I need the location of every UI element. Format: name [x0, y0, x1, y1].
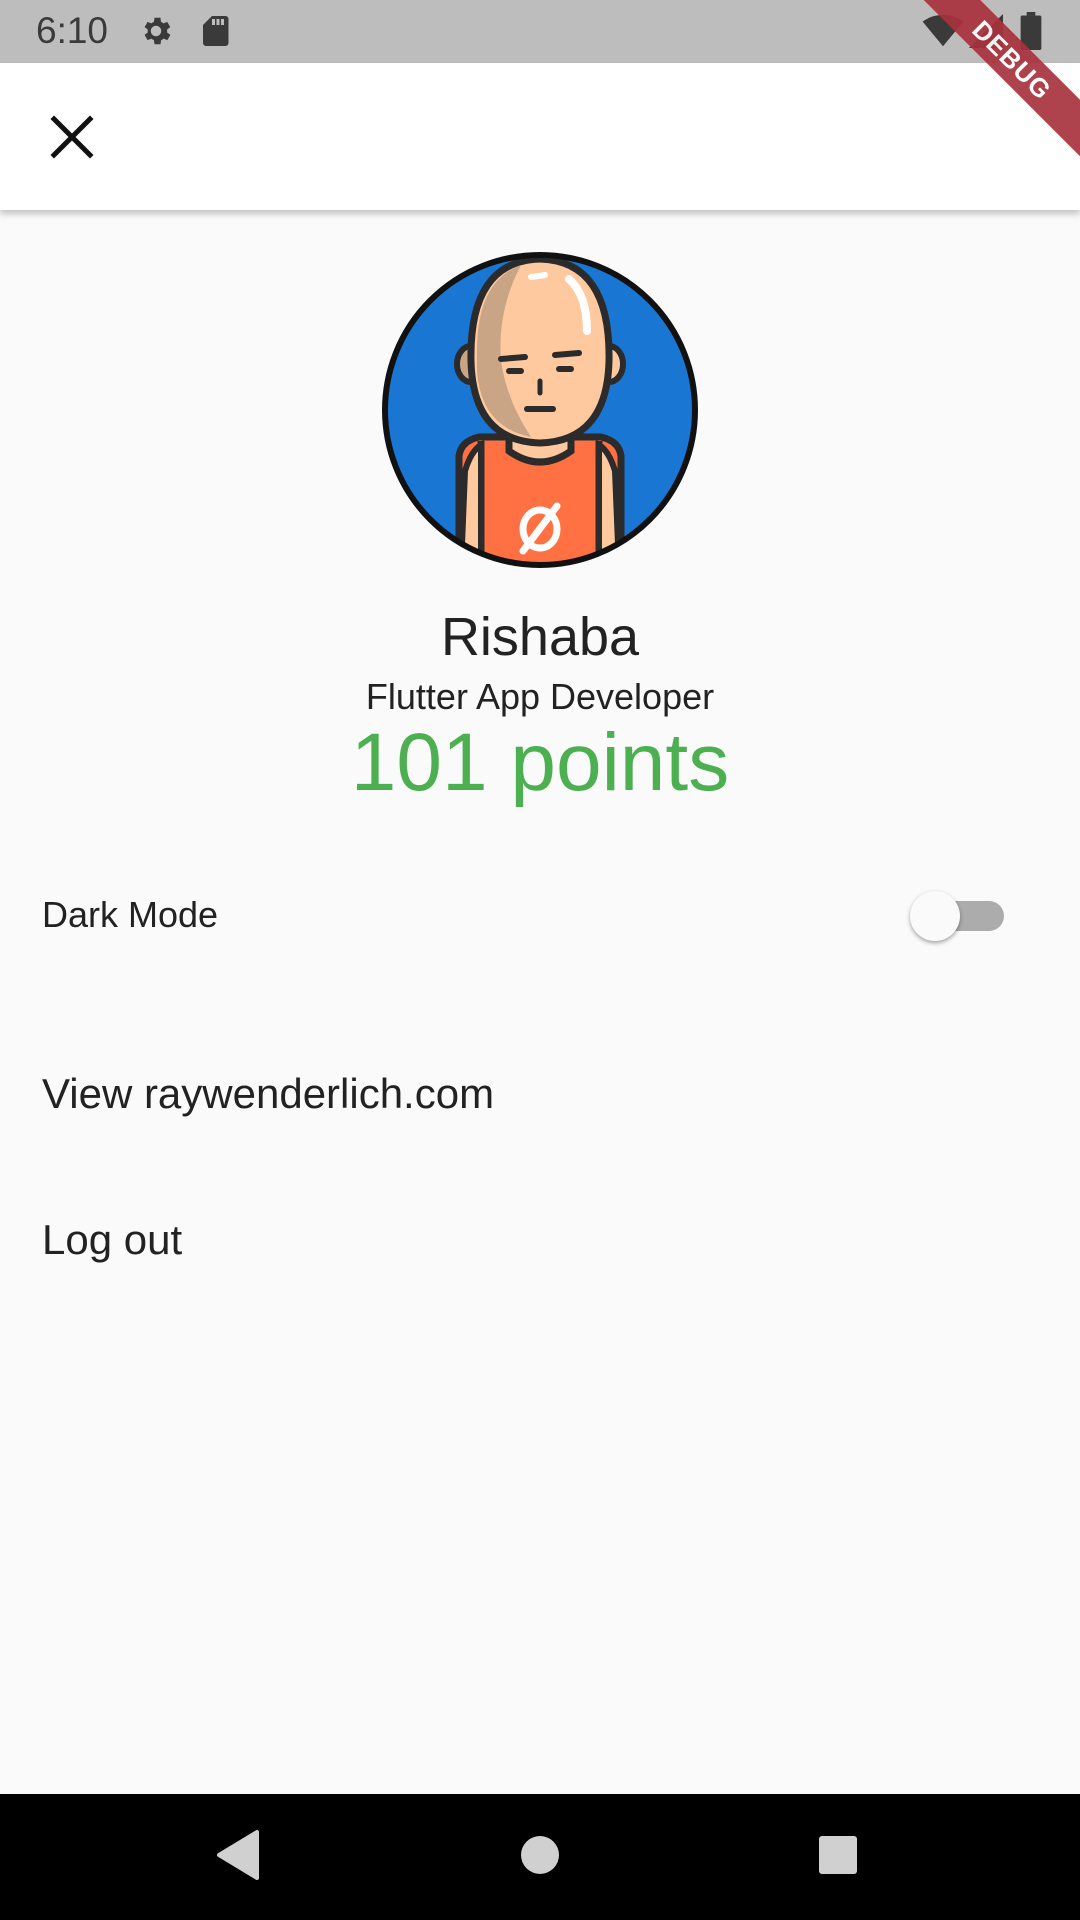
close-button[interactable] — [36, 103, 108, 175]
view-website-row[interactable]: View raywenderlich.com — [0, 1050, 1080, 1132]
recents-button[interactable] — [805, 1824, 871, 1890]
dark-mode-toggle[interactable] — [906, 891, 1004, 941]
home-icon — [518, 1833, 562, 1882]
nav-bar — [0, 1794, 1080, 1920]
user-role: Flutter App Developer — [365, 676, 715, 717]
recents-icon — [817, 1834, 859, 1881]
profile-screen: 6:10 DEBUG Rishaba Flutter App Developer… — [0, 0, 1080, 1920]
user-points: 101 points — [350, 717, 730, 808]
settings-icon — [138, 13, 174, 54]
logout-row[interactable]: Log out — [0, 1198, 1080, 1280]
logout-label: Log out — [42, 1216, 183, 1263]
wifi-icon — [922, 14, 964, 53]
status-bar: 6:10 — [0, 0, 1080, 63]
signal-icon — [968, 14, 1004, 53]
toggle-thumb — [910, 891, 960, 941]
dark-mode-row[interactable]: Dark Mode — [0, 860, 1080, 970]
back-button[interactable] — [205, 1824, 271, 1890]
view-website-label: View raywenderlich.com — [42, 1070, 495, 1117]
dark-mode-label: Dark Mode — [42, 894, 219, 935]
sd-card-icon — [198, 13, 232, 54]
user-name: Rishaba — [440, 607, 640, 667]
close-icon — [50, 114, 94, 164]
back-icon — [215, 1829, 261, 1885]
status-time: 6:10 — [36, 10, 109, 51]
app-bar — [0, 63, 1080, 210]
avatar — [381, 251, 699, 569]
home-button[interactable] — [507, 1824, 573, 1890]
battery-icon — [1020, 12, 1042, 55]
